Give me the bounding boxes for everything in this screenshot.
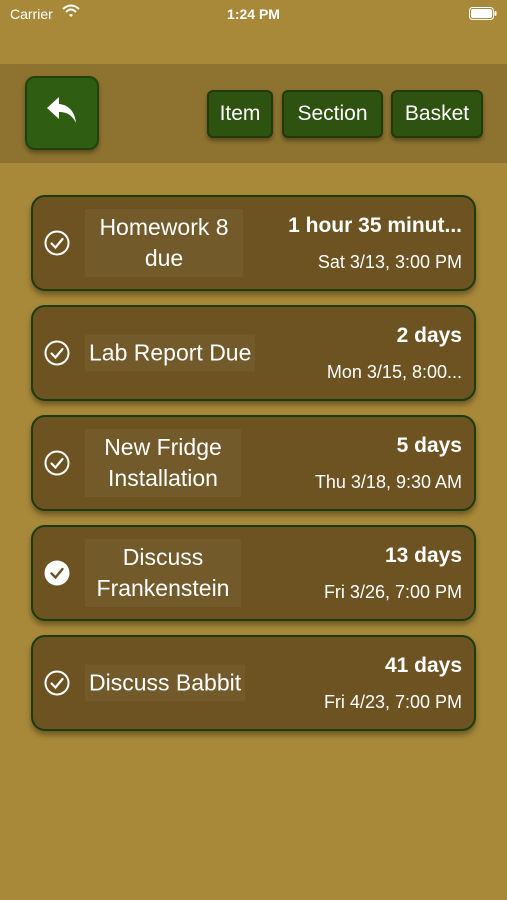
check-circle-icon[interactable]: [44, 340, 70, 366]
item-title: New Fridge Installation: [85, 429, 241, 497]
basket-button[interactable]: Basket: [391, 90, 483, 138]
item-title: Discuss Babbit: [85, 664, 246, 702]
item-title: Discuss Frankenstein: [85, 539, 241, 607]
list-item[interactable]: Homework 8 due 1 hour 35 minut... Sat 3/…: [31, 195, 476, 291]
item-countdown: 1 hour 35 minut...: [288, 214, 462, 237]
list-item[interactable]: Discuss Frankenstein 13 days Fri 3/26, 7…: [31, 525, 476, 621]
check-circle-icon[interactable]: [44, 230, 70, 256]
battery-icon: [469, 7, 497, 23]
item-title: Homework 8 due: [85, 209, 243, 277]
list-item[interactable]: Discuss Babbit 41 days Fri 4/23, 7:00 PM: [31, 635, 476, 731]
check-circle-icon[interactable]: [44, 450, 70, 476]
status-time: 1:24 PM: [227, 6, 280, 22]
reply-arrow-icon: [45, 95, 79, 132]
item-countdown: 5 days: [396, 434, 462, 457]
check-circle-icon[interactable]: [44, 670, 70, 696]
check-circle-filled-icon[interactable]: [44, 560, 70, 586]
item-datetime: Fri 4/23, 7:00 PM: [323, 692, 462, 712]
list-item[interactable]: New Fridge Installation 5 days Thu 3/18,…: [31, 415, 476, 511]
item-countdown: 2 days: [396, 324, 462, 347]
item-datetime: Sat 3/13, 3:00 PM: [317, 252, 462, 272]
item-datetime: Fri 3/26, 7:00 PM: [323, 582, 462, 602]
section-button[interactable]: Section: [282, 90, 383, 138]
back-button[interactable]: [25, 76, 99, 150]
item-datetime: Mon 3/15, 8:00...: [326, 362, 462, 382]
item-title: Lab Report Due: [85, 334, 256, 372]
item-datetime: Thu 3/18, 9:30 AM: [314, 472, 462, 492]
list-item[interactable]: Lab Report Due 2 days Mon 3/15, 8:00...: [31, 305, 476, 401]
status-bar: Carrier 1:24 PM: [0, 0, 507, 28]
toolbar: Item Section Basket: [0, 64, 507, 163]
item-countdown: 41 days: [384, 654, 462, 677]
item-countdown: 13 days: [384, 544, 462, 567]
item-button[interactable]: Item: [207, 90, 273, 138]
